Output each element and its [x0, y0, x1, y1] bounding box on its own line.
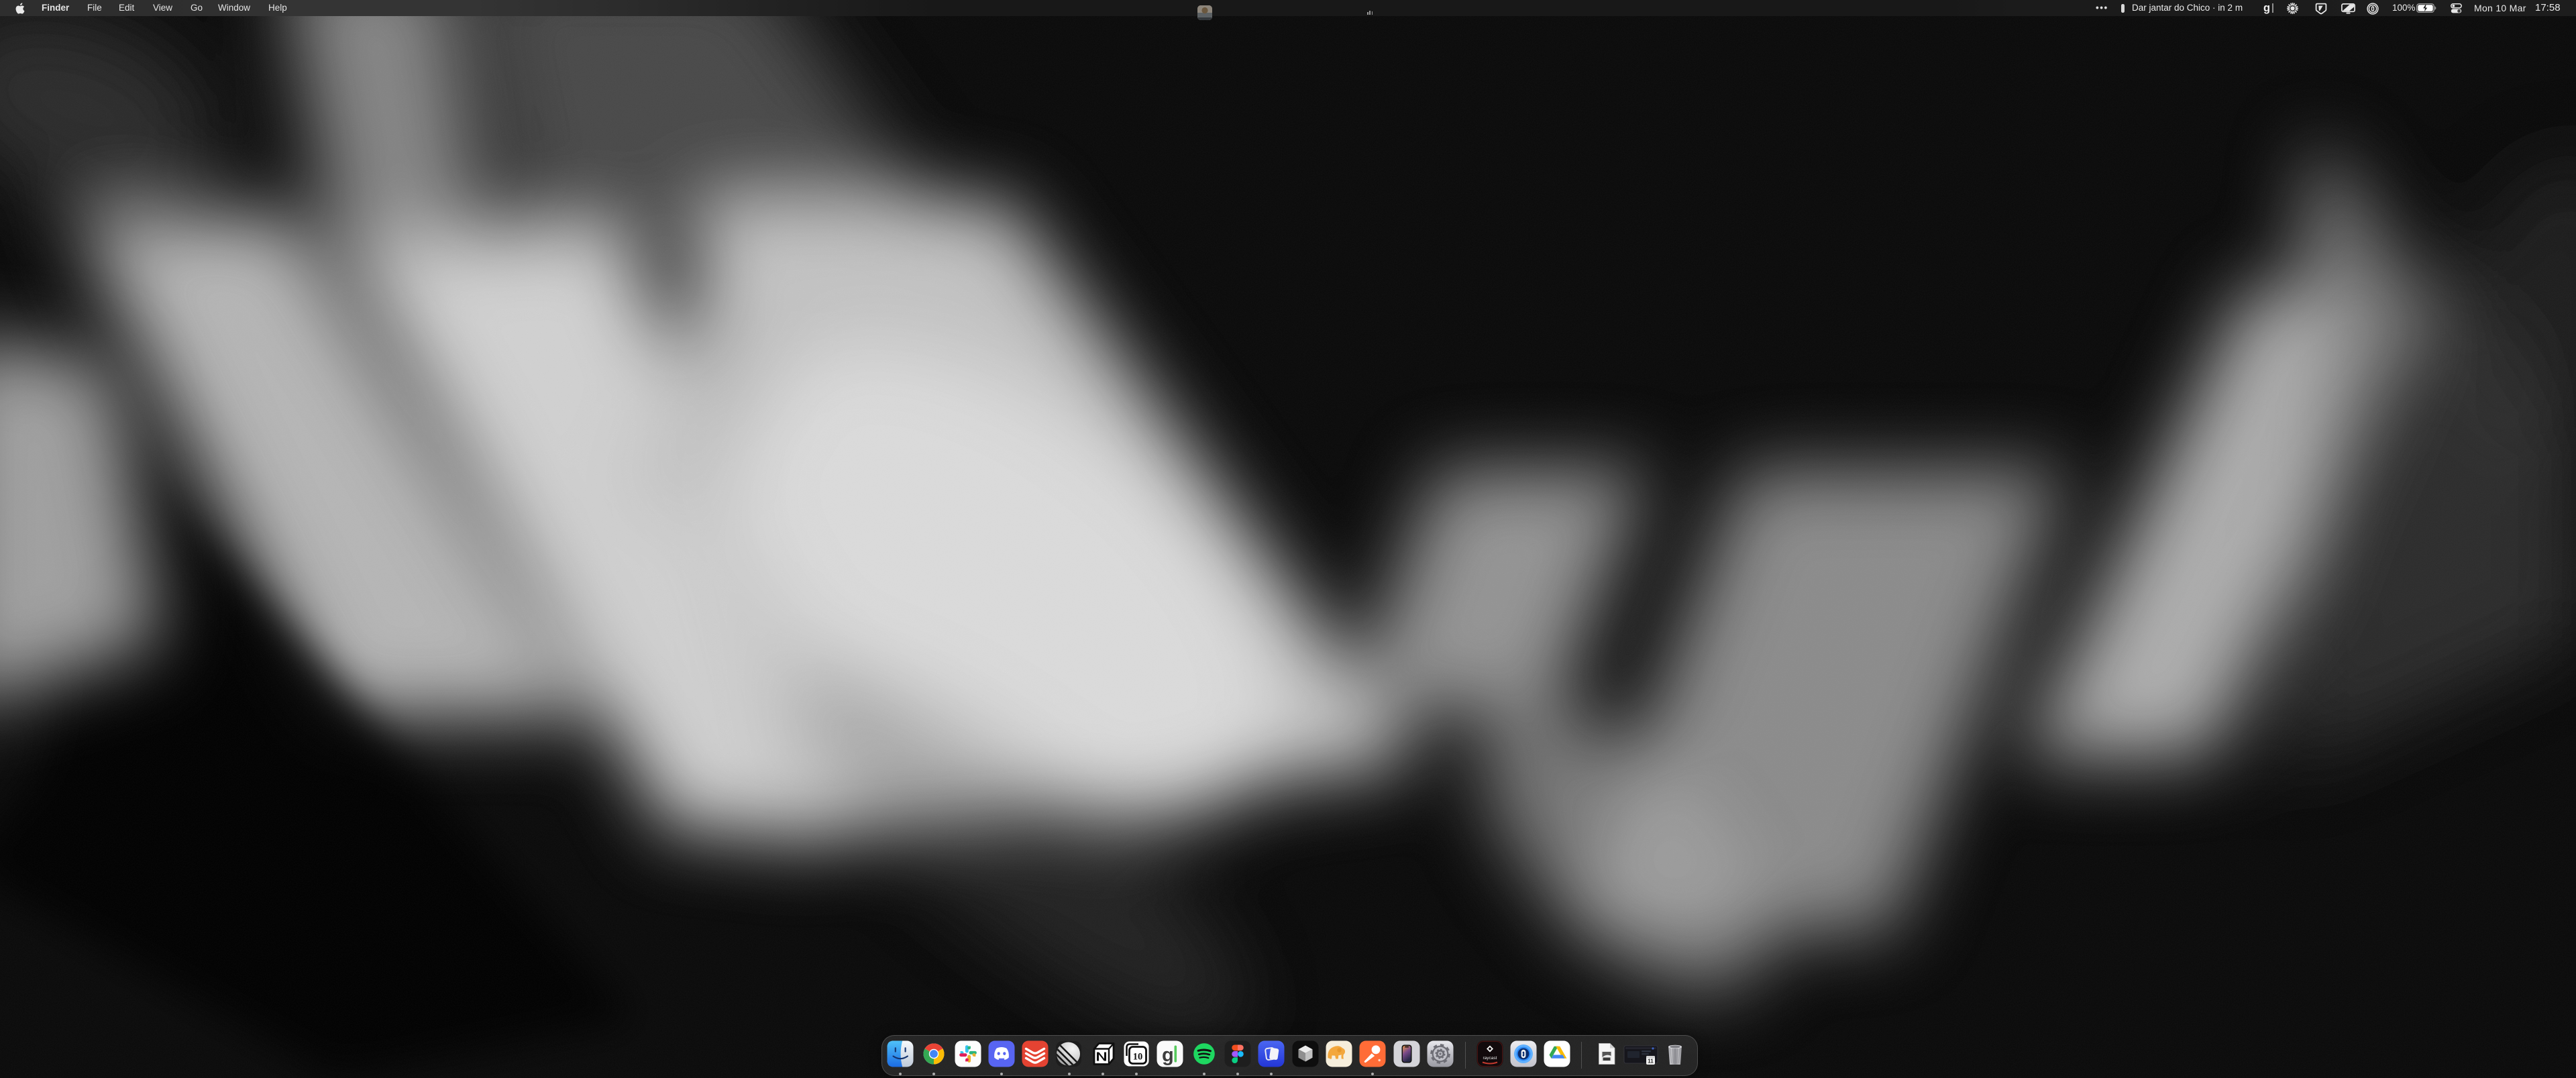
- svg-text:g: g: [1162, 1044, 1174, 1066]
- svg-text:raycast: raycast: [1483, 1056, 1497, 1061]
- svg-text:10: 10: [1133, 1052, 1143, 1063]
- svg-text:11: 11: [1648, 1059, 1654, 1065]
